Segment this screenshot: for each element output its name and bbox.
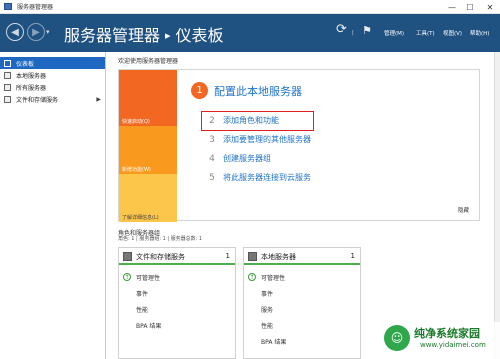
quick-start-label: 快速启动(Q)	[122, 119, 150, 125]
whats-new-tile[interactable]: 新增功能(W)	[119, 126, 177, 174]
history-dropdown-icon[interactable]: ▾	[46, 28, 50, 36]
sidebar-item-label: 文件和存储服务	[16, 96, 59, 104]
flag-icon[interactable]: ⚑	[362, 24, 372, 37]
breadcrumb: 服务器管理器 ▸ 仪表板	[64, 22, 224, 46]
forward-icon[interactable]: ▶	[27, 23, 45, 41]
step-connect-cloud[interactable]: 5 将此服务器连接到云服务	[207, 172, 311, 183]
back-icon[interactable]: ◀	[6, 23, 24, 41]
refresh-icon[interactable]: ⟳	[336, 22, 347, 37]
welcome-title: 欢迎使用服务器管理器	[118, 58, 179, 65]
watermark-logo-icon: ☺	[384, 325, 410, 351]
sidebar-item-label: 仪表板	[16, 60, 35, 68]
app-icon	[4, 3, 12, 10]
whats-new-label: 新增功能(W)	[122, 167, 151, 173]
configure-server-link[interactable]: 配置此本地服务器	[214, 83, 302, 99]
sidebar-item-file-storage[interactable]: 文件和存储服务 ▶	[0, 93, 105, 105]
breadcrumb-separator: ▸	[165, 29, 171, 42]
step-number: 4	[209, 153, 215, 164]
card-row-bpa[interactable]: BPA 结果	[261, 337, 286, 346]
sidebar-item-dashboard[interactable]: 仪表板	[0, 57, 105, 69]
learn-more-tile[interactable]: 了解详细信息(L)	[119, 174, 177, 222]
expand-arrow-icon[interactable]: ▶	[96, 96, 101, 103]
step-number: 5	[209, 172, 215, 183]
step-number: 3	[209, 134, 215, 145]
card-row-bpa[interactable]: BPA 结果	[136, 321, 161, 330]
watermark-title: 纯净系统家园	[414, 327, 480, 340]
card-header: 本地服务器 1	[244, 248, 360, 265]
ok-status-icon: ↑	[123, 273, 131, 281]
step-create-group[interactable]: 4 创建服务器组	[207, 153, 271, 164]
card-row-services[interactable]: 服务	[261, 305, 273, 314]
dashboard-icon	[4, 59, 11, 67]
card-title: 文件和存储服务	[136, 253, 185, 261]
card-title: 本地服务器	[261, 253, 296, 261]
server-icon	[248, 252, 257, 261]
window-title: 服务器管理器	[17, 4, 54, 11]
menu-tools[interactable]: 工具(T)	[416, 29, 435, 37]
quick-start-tile[interactable]: 快速启动(Q)	[119, 70, 177, 126]
sidebar-item-local-server[interactable]: 本地服务器	[0, 69, 105, 81]
storage-icon	[123, 252, 132, 261]
watermark-url: www.yidaimei.com	[420, 341, 486, 349]
ok-status-icon: ↑	[248, 273, 256, 281]
header-bar: ◀ ▶ ▾ 服务器管理器 ▸ 仪表板 ⟳ | ⚑ 管理(M) 工具(T) 视图(V)…	[0, 14, 500, 52]
card-count: 1	[225, 252, 230, 260]
add-servers-link[interactable]: 添加要管理的其他服务器	[223, 134, 311, 145]
maximize-button[interactable]: ☐	[462, 0, 478, 14]
breadcrumb-page: 仪表板	[175, 26, 224, 45]
watermark: ☺ 纯净系统家园 www.yidaimei.com	[382, 322, 500, 359]
scrollbar[interactable]	[494, 52, 500, 359]
sidebar-item-all-servers[interactable]: 所有服务器	[0, 81, 105, 93]
main-content: 欢迎使用服务器管理器 快速启动(Q) 新增功能(W) 了解详细信息(L) 1 配…	[106, 52, 500, 359]
card-row-manageability[interactable]: 可管理性	[136, 273, 160, 282]
server-manager-window: 服务器管理器 — ☐ ✕ ◀ ▶ ▾ 服务器管理器 ▸ 仪表板 ⟳ | ⚑ 管理(M…	[0, 0, 500, 359]
create-group-link[interactable]: 创建服务器组	[223, 153, 271, 164]
menu-manage[interactable]: 管理(M)	[384, 29, 404, 37]
highlight-box	[201, 111, 314, 131]
card-row-performance[interactable]: 性能	[261, 321, 273, 330]
card-header: 文件和存储服务 1	[119, 248, 235, 265]
connect-cloud-link[interactable]: 将此服务器连接到云服务	[223, 172, 311, 183]
menu-help[interactable]: 帮助(H)	[470, 29, 489, 37]
server-icon	[4, 71, 11, 79]
role-card-local-server[interactable]: 本地服务器 1 ↑ 可管理性 事件 服务 性能 BPA 结果	[243, 247, 361, 359]
step-add-servers[interactable]: 3 添加要管理的其他服务器	[207, 134, 311, 145]
sidebar: 仪表板 本地服务器 所有服务器 文件和存储服务 ▶	[0, 52, 106, 359]
close-button[interactable]: ✕	[482, 0, 498, 14]
minimize-button[interactable]: —	[444, 0, 460, 14]
sidebar-item-label: 本地服务器	[16, 72, 47, 80]
card-row-events[interactable]: 事件	[261, 289, 273, 298]
title-bar: 服务器管理器 — ☐ ✕	[0, 0, 500, 14]
step-number: 1	[191, 82, 208, 99]
quick-tiles: 快速启动(Q) 新增功能(W) 了解详细信息(L)	[119, 70, 177, 222]
role-card-file-storage[interactable]: 文件和存储服务 1 ↑ 可管理性 事件 性能 BPA 结果	[118, 247, 236, 359]
sidebar-item-label: 所有服务器	[16, 84, 47, 92]
card-row-manageability[interactable]: 可管理性	[261, 273, 285, 282]
learn-more-label: 了解详细信息(L)	[122, 215, 159, 221]
storage-icon	[4, 95, 11, 103]
menu-view[interactable]: 视图(V)	[443, 29, 462, 37]
breadcrumb-app: 服务器管理器	[64, 26, 161, 45]
hide-link[interactable]: 隐藏	[458, 206, 469, 214]
card-row-events[interactable]: 事件	[136, 289, 148, 298]
roles-summary: 角色: 1 | 服务器组: 1 | 服务器总数: 1	[118, 236, 203, 242]
card-row-performance[interactable]: 性能	[136, 305, 148, 314]
servers-icon	[4, 83, 11, 91]
card-count: 1	[350, 252, 355, 260]
pipe-separator-icon: |	[352, 30, 354, 36]
configure-step[interactable]: 1 配置此本地服务器	[191, 82, 302, 99]
welcome-panel: 快速启动(Q) 新增功能(W) 了解详细信息(L) 1 配置此本地服务器 2 添…	[118, 69, 480, 222]
